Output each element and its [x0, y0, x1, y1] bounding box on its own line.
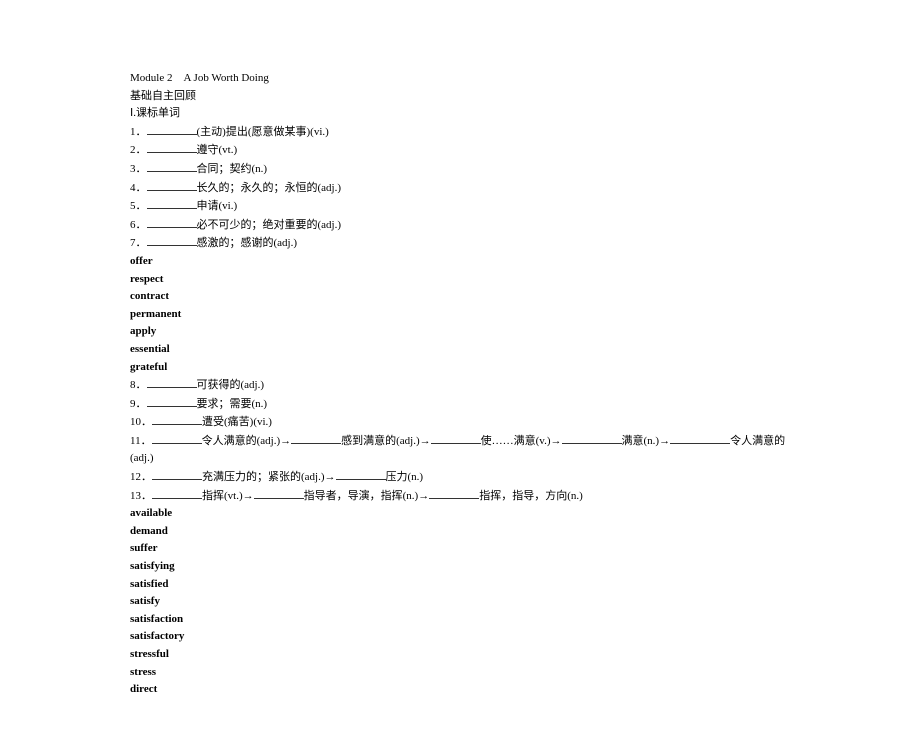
- item-num: 2．: [130, 144, 147, 156]
- blank-field[interactable]: [147, 376, 197, 388]
- answer-word: permanent: [130, 306, 790, 324]
- vocab-item: 8． 可获得的(adj.): [130, 376, 790, 395]
- item-text: 要求；需要(n.): [197, 398, 268, 410]
- vocab-item: 6． 必不可少的；绝对重要的(adj.): [130, 216, 790, 235]
- answer-word: respect: [130, 271, 790, 289]
- vocab-item: 2． 遵守(vt.): [130, 141, 790, 160]
- answer-word: suffer: [130, 540, 790, 558]
- answer-word: satisfy: [130, 593, 790, 611]
- item-part: 令人满意的(adj.)→: [202, 435, 292, 447]
- blank-field[interactable]: [147, 141, 197, 153]
- vocab-item: 3． 合同；契约(n.): [130, 160, 790, 179]
- blank-field[interactable]: [291, 432, 341, 444]
- blank-field[interactable]: [429, 487, 479, 499]
- blank-field[interactable]: [147, 216, 197, 228]
- item-part: 充满压力的；紧张的(adj.)→: [202, 471, 336, 483]
- blank-field[interactable]: [152, 487, 202, 499]
- module-title: Module 2 A Job Worth Doing: [130, 70, 790, 88]
- item-text: (主动)提出(愿意做某事)(vi.): [197, 126, 329, 138]
- blank-field[interactable]: [152, 432, 202, 444]
- answer-word: offer: [130, 253, 790, 271]
- item-num: 4．: [130, 182, 147, 194]
- item-num: 12．: [130, 471, 152, 483]
- item-part: 满意(n.)→: [622, 435, 671, 447]
- answer-word: available: [130, 505, 790, 523]
- answer-word: essential: [130, 341, 790, 359]
- blank-field[interactable]: [431, 432, 481, 444]
- blank-field[interactable]: [147, 234, 197, 246]
- item-num: 1．: [130, 126, 147, 138]
- item-part: 指导者，导演，指挥(n.)→: [304, 490, 430, 502]
- answer-word: demand: [130, 523, 790, 541]
- vocab-item: 4． 长久的；永久的；永恒的(adj.): [130, 179, 790, 198]
- answer-word: satisfactory: [130, 628, 790, 646]
- vocab-item: 5． 申请(vi.): [130, 197, 790, 216]
- answer-word: grateful: [130, 359, 790, 377]
- blank-field[interactable]: [562, 432, 622, 444]
- item-text: 遭受(痛苦)(vi.): [202, 416, 272, 428]
- vocab-item: 12． 充满压力的；紧张的(adj.)→ 压力(n.): [130, 468, 790, 487]
- vocab-item: 13． 指挥(vt.)→ 指导者，导演，指挥(n.)→ 指挥，指导，方向(n.): [130, 487, 790, 506]
- item-text: 可获得的(adj.): [197, 379, 265, 391]
- answer-word: contract: [130, 288, 790, 306]
- item-part: 指挥(vt.)→: [202, 490, 254, 502]
- blank-field[interactable]: [254, 487, 304, 499]
- item-num: 6．: [130, 219, 147, 231]
- blank-field[interactable]: [336, 468, 386, 480]
- item-part: 使……满意(v.)→: [481, 435, 562, 447]
- answer-word: direct: [130, 681, 790, 699]
- vocab-item: 9． 要求；需要(n.): [130, 395, 790, 414]
- item-part: 感到满意的(adj.)→: [341, 435, 431, 447]
- item-num: 13．: [130, 490, 152, 502]
- answer-word: satisfied: [130, 576, 790, 594]
- item-num: 5．: [130, 200, 147, 212]
- blank-field[interactable]: [152, 413, 202, 425]
- answer-word: stress: [130, 664, 790, 682]
- vocab-item: 1． (主动)提出(愿意做某事)(vi.): [130, 123, 790, 142]
- blank-field[interactable]: [147, 179, 197, 191]
- item-text: 申请(vi.): [197, 200, 238, 212]
- item-part: 指挥，指导，方向(n.): [479, 490, 583, 502]
- blank-field[interactable]: [147, 160, 197, 172]
- answer-word: stressful: [130, 646, 790, 664]
- blank-field[interactable]: [147, 395, 197, 407]
- answer-word: satisfying: [130, 558, 790, 576]
- item-text: 必不可少的；绝对重要的(adj.): [197, 219, 342, 231]
- vocab-item: 10． 遭受(痛苦)(vi.): [130, 413, 790, 432]
- item-num: 8．: [130, 379, 147, 391]
- item-num: 11．: [130, 435, 152, 447]
- blank-field[interactable]: [147, 123, 197, 135]
- item-text: 合同；契约(n.): [197, 163, 268, 175]
- section-heading: Ⅰ.课标单词: [130, 105, 790, 123]
- item-text: 遵守(vt.): [197, 144, 238, 156]
- blank-field[interactable]: [670, 432, 730, 444]
- item-num: 9．: [130, 398, 147, 410]
- item-num: 10．: [130, 416, 152, 428]
- vocab-item: 7． 感激的；感谢的(adj.): [130, 234, 790, 253]
- item-text: 感激的；感谢的(adj.): [197, 237, 298, 249]
- item-part: 压力(n.): [386, 471, 424, 483]
- subtitle: 基础自主回顾: [130, 88, 790, 106]
- vocab-item: 11． 令人满意的(adj.)→ 感到满意的(adj.)→ 使……满意(v.)→ 满意(…: [130, 432, 790, 468]
- item-num: 3．: [130, 163, 147, 175]
- item-num: 7．: [130, 237, 147, 249]
- blank-field[interactable]: [152, 468, 202, 480]
- item-text: 长久的；永久的；永恒的(adj.): [197, 182, 342, 194]
- answer-word: satisfaction: [130, 611, 790, 629]
- blank-field[interactable]: [147, 197, 197, 209]
- answer-word: apply: [130, 323, 790, 341]
